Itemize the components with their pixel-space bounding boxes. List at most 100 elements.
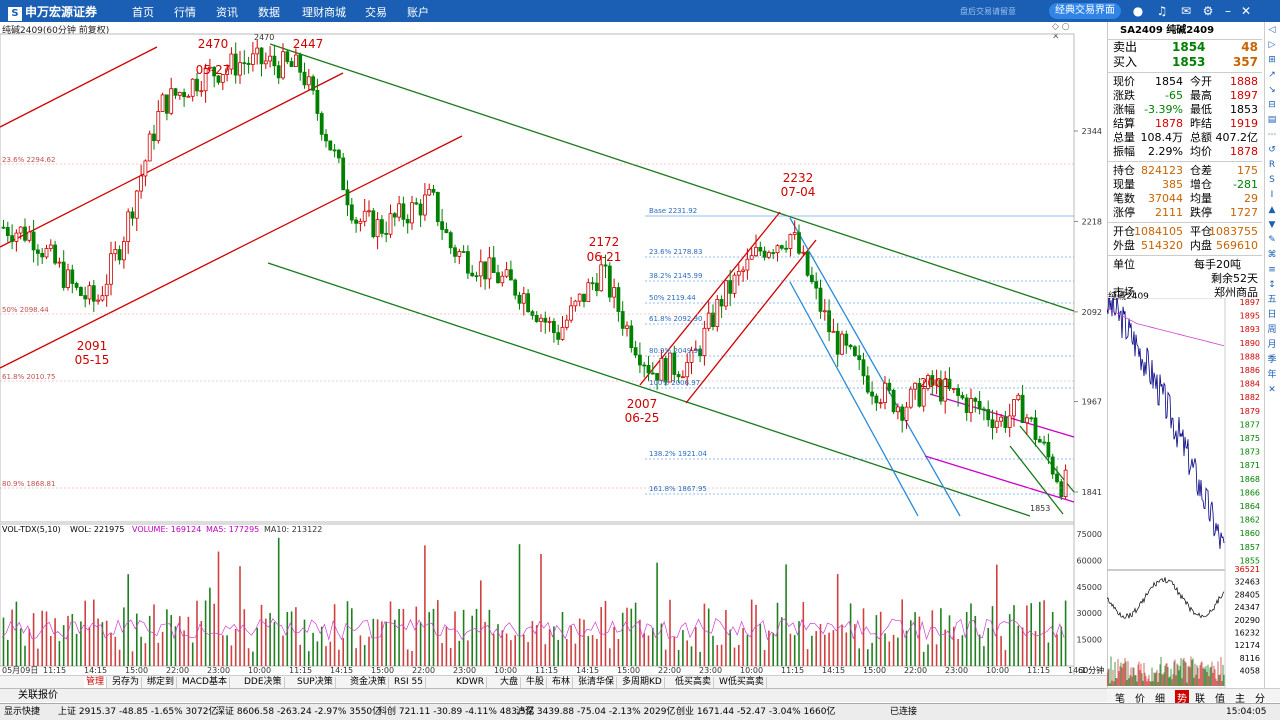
candle-body	[27, 231, 32, 241]
indicator-tab[interactable]: RSI 55	[392, 677, 426, 688]
nav-news[interactable]: 资讯	[216, 4, 238, 20]
candle-body	[1037, 439, 1042, 443]
candle-body	[870, 391, 874, 397]
stat-label: 最高	[1190, 89, 1212, 102]
side-tool-icon[interactable]: ▲	[1265, 203, 1279, 217]
vol-indicator-name: VOL-TDX(5,10)	[2, 525, 61, 534]
stat-value: 1083755	[1209, 225, 1258, 238]
candle-body	[491, 257, 496, 274]
side-tool-icon[interactable]: R	[1265, 158, 1279, 172]
indicator-tab[interactable]: 管理	[84, 677, 108, 688]
indicator-tab[interactable]: DDE决策	[242, 677, 285, 688]
classic-trade-button[interactable]: 经典交易界面	[1049, 3, 1121, 19]
nav-account[interactable]: 账户	[407, 4, 429, 20]
settings-icon[interactable]: ⚙	[1200, 3, 1216, 19]
indicator-tab[interactable]: 绑定到	[145, 677, 178, 688]
fib-label-left: 80.9% 1868.81	[2, 480, 55, 488]
side-tool-icon[interactable]: ▤	[1265, 113, 1279, 127]
indicator-tab[interactable]: SUP决策	[295, 677, 336, 688]
linked-quotes-bar[interactable]: 关联报价	[0, 688, 1107, 702]
side-tool-icon[interactable]: 日	[1265, 308, 1279, 322]
candle-body	[190, 78, 195, 97]
time-axis-label: 23:00	[945, 666, 968, 675]
indicator-tab[interactable]: 牛股	[524, 677, 548, 688]
candle-body	[788, 234, 793, 249]
candle-body	[379, 219, 384, 234]
candle-body	[100, 295, 105, 301]
user-icon[interactable]: ●	[1130, 3, 1146, 19]
indicator-tab[interactable]: W低买高卖	[717, 677, 767, 688]
side-tool-icon[interactable]: ▼	[1265, 218, 1279, 232]
candle-body	[173, 88, 178, 96]
side-tool-icon[interactable]: ↘	[1265, 83, 1279, 97]
side-tool-icon[interactable]: ↺	[1265, 143, 1279, 157]
indicator-tab[interactable]: 多周期KD	[620, 677, 665, 688]
side-tool-icon[interactable]: ⌘	[1265, 248, 1279, 262]
candle-body	[496, 272, 500, 284]
nav-trade[interactable]: 交易	[365, 4, 387, 20]
side-tool-icon[interactable]: ⊞	[1265, 53, 1279, 67]
indicator-tab[interactable]: 资金决策	[348, 677, 390, 688]
price-tick-label: 1841	[1082, 488, 1102, 497]
indicator-tab[interactable]: KDWR	[454, 677, 487, 688]
indicator-tab[interactable]: 低买高卖	[673, 677, 715, 688]
quote-stats-2: 持仓 824123 仓差 175 现量 385 增仓 -281 笔数 37044 均量 29 涨停 211…	[1108, 164, 1262, 220]
side-tool-icon[interactable]: ⊟	[1265, 98, 1279, 112]
stat-label: 涨跌	[1113, 89, 1135, 102]
side-tool-icon[interactable]: S	[1265, 173, 1279, 187]
side-tool-icon[interactable]: ↕	[1265, 278, 1279, 292]
candle-body	[276, 65, 281, 79]
time-axis-label: 11:15	[781, 666, 804, 675]
stat-value: 1854	[1155, 75, 1183, 88]
candle-body	[79, 287, 83, 296]
nav-wealth-mall[interactable]: 理财商城	[302, 4, 346, 20]
candle-body	[633, 347, 638, 356]
stat-value: 108.4万	[1140, 131, 1184, 144]
mini-price-tick: 1879	[1240, 407, 1260, 416]
nav-home[interactable]: 首页	[132, 4, 154, 20]
candle-body	[1063, 469, 1068, 497]
candlestick-chart[interactable]: 23.6% 2294.62 50% 2098.44 61.8% 2010.75 80.…	[0, 22, 1107, 675]
minimize-icon[interactable]: –	[1220, 3, 1236, 19]
intraday-mini-chart[interactable]: 1897 1895 1893 1890 1888 1886 1884 1882 1879 1877…	[1107, 298, 1262, 688]
indicator-tab[interactable]: 布林	[550, 677, 574, 688]
headset-icon[interactable]: ♫	[1154, 3, 1170, 19]
stat-value: 407.2亿	[1215, 131, 1259, 144]
mail-icon[interactable]: ✉	[1178, 3, 1194, 19]
side-tool-icon[interactable]: 月	[1265, 338, 1279, 352]
side-tool-icon[interactable]: ▷	[1265, 38, 1279, 52]
nav-quotes[interactable]: 行情	[174, 4, 196, 20]
side-tool-icon[interactable]: 五	[1265, 293, 1279, 307]
indicator-tab[interactable]: 大盘	[498, 677, 522, 688]
stat-value: 29	[1244, 192, 1258, 205]
candle-body	[285, 51, 290, 62]
side-tool-icon[interactable]: ↗	[1265, 68, 1279, 82]
candle-body	[311, 76, 316, 91]
indicator-tab[interactable]: 张清华保	[576, 677, 618, 688]
side-tool-icon[interactable]: 年	[1265, 368, 1279, 382]
close-icon[interactable]: ✕	[1238, 3, 1254, 19]
indicator-tab[interactable]: MACD基本	[180, 677, 230, 688]
candle-body	[612, 287, 616, 298]
side-tool-icon[interactable]: ✎	[1265, 233, 1279, 247]
mini-openinterest-line	[1107, 577, 1225, 619]
candle-body	[319, 113, 324, 135]
nav-data[interactable]: 数据	[258, 4, 280, 20]
candle-body	[818, 287, 823, 312]
side-tool-icon[interactable]: 季	[1265, 353, 1279, 367]
shortcut-toggle[interactable]: 显示快捷	[4, 704, 40, 720]
fib-label-right: 38.2% 2145.99	[649, 272, 702, 280]
fib-label-left: 50% 2098.44	[2, 306, 49, 314]
candle-body	[367, 210, 371, 213]
side-tool-icon[interactable]: 周	[1265, 323, 1279, 337]
candle-body	[66, 269, 70, 288]
stat-label: 总量	[1113, 131, 1135, 144]
side-tool-icon[interactable]: ◁	[1265, 23, 1279, 37]
side-tool-icon[interactable]: I	[1265, 188, 1279, 202]
side-tool-icon[interactable]: ≡	[1265, 263, 1279, 277]
linked-quotes-label[interactable]: 关联报价	[18, 690, 58, 701]
candle-body	[896, 406, 900, 413]
indicator-tab[interactable]: 另存为	[110, 677, 143, 688]
side-tool-icon[interactable]: ✕	[1265, 383, 1279, 397]
side-tool-icon[interactable]: ⋯	[1265, 128, 1279, 142]
